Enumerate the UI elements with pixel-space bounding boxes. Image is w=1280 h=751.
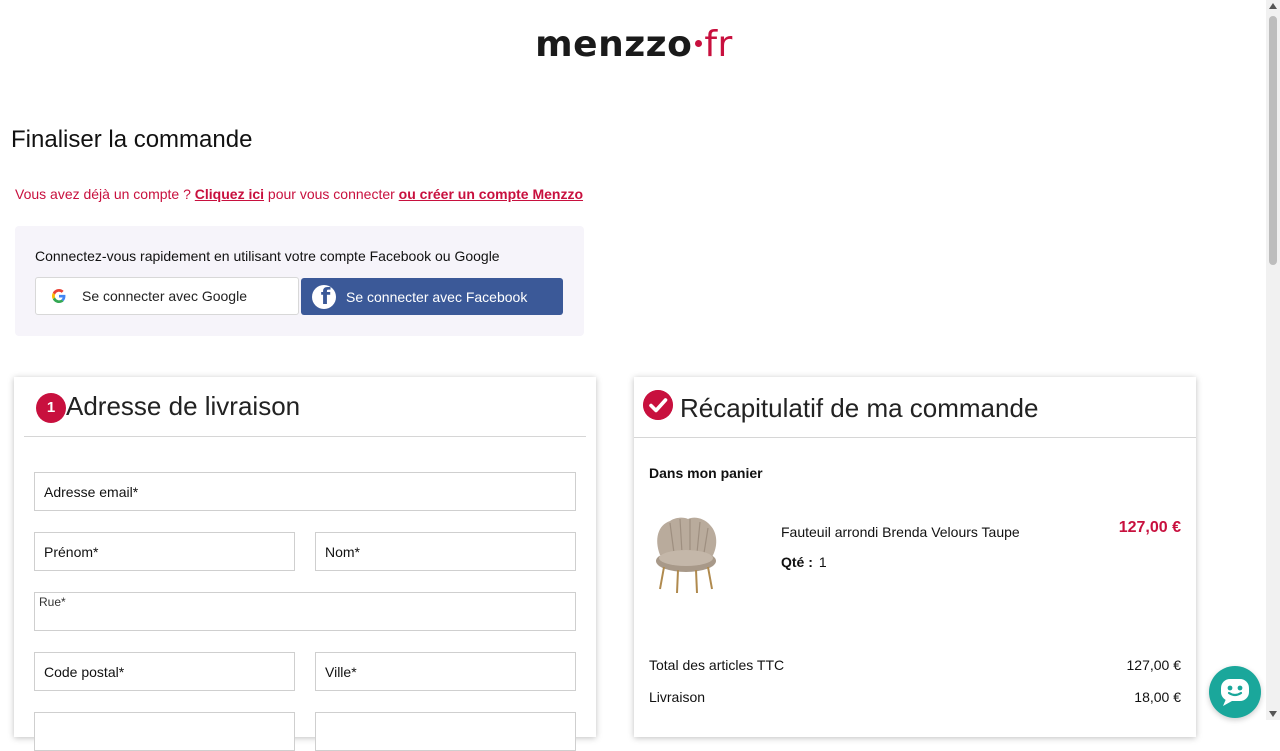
scrollbar-thumb[interactable] — [1269, 16, 1277, 265]
product-name[interactable]: Fauteuil arrondi Brenda Velours Taupe — [781, 524, 1020, 540]
google-login-button[interactable]: Se connecter avec Google — [35, 277, 299, 315]
page-title: Finaliser la commande — [11, 126, 253, 153]
product-image[interactable] — [650, 515, 722, 595]
delivery-row: Livraison 18,00 € — [649, 689, 1181, 705]
city-field[interactable]: Ville* — [315, 652, 576, 691]
street-field[interactable]: Rue* — [34, 592, 576, 631]
check-icon — [643, 390, 673, 420]
social-login-box: Connectez-vous rapidement en utilisant v… — [15, 226, 584, 336]
shipping-title: Adresse de livraison — [66, 391, 301, 421]
shipping-address-panel: 1 Adresse de livraison Adresse email* Pr… — [14, 377, 596, 751]
scroll-up-icon[interactable] — [1269, 3, 1277, 9]
google-icon — [52, 289, 66, 303]
chat-button[interactable] — [1209, 666, 1261, 718]
scroll-down-icon[interactable] — [1269, 711, 1277, 717]
shipping-panel-header: 1 Adresse de livraison — [24, 377, 586, 437]
summary-panel-header: Récapitulatif de ma commande — [634, 377, 1196, 438]
extra-field-right[interactable] — [315, 712, 576, 751]
cart-label: Dans mon panier — [649, 465, 763, 481]
account-line: Vous avez déjà un compte ? Cliquez ici p… — [15, 186, 584, 202]
logo-dot — [695, 39, 703, 47]
extra-field-left[interactable] — [34, 712, 295, 751]
social-login-intro: Connectez-vous rapidement en utilisant v… — [35, 248, 500, 264]
chat-icon — [1221, 679, 1249, 706]
summary-title: Récapitulatif de ma commande — [680, 393, 1039, 423]
email-field[interactable]: Adresse email* — [34, 472, 576, 511]
firstname-field[interactable]: Prénom* — [34, 532, 295, 571]
create-account-link[interactable]: ou créer un compte Menzzo — [399, 186, 583, 202]
page-scrollbar[interactable] — [1266, 0, 1280, 720]
facebook-login-button[interactable]: f Se connecter avec Facebook — [301, 278, 563, 315]
postcode-field[interactable]: Code postal* — [34, 652, 295, 691]
menzzo-logo[interactable]: menzzo fr — [0, 24, 1268, 65]
order-summary-panel: Récapitulatif de ma commande Dans mon pa… — [634, 377, 1196, 737]
step-badge: 1 — [36, 393, 66, 423]
login-link[interactable]: Cliquez ici — [195, 186, 264, 202]
product-quantity: Qté :1 — [781, 554, 827, 570]
lastname-field[interactable]: Nom* — [315, 532, 576, 571]
product-price: 127,00 € — [1118, 519, 1181, 536]
total-row: Total des articles TTC 127,00 € — [649, 657, 1181, 673]
facebook-icon: f — [312, 284, 336, 309]
